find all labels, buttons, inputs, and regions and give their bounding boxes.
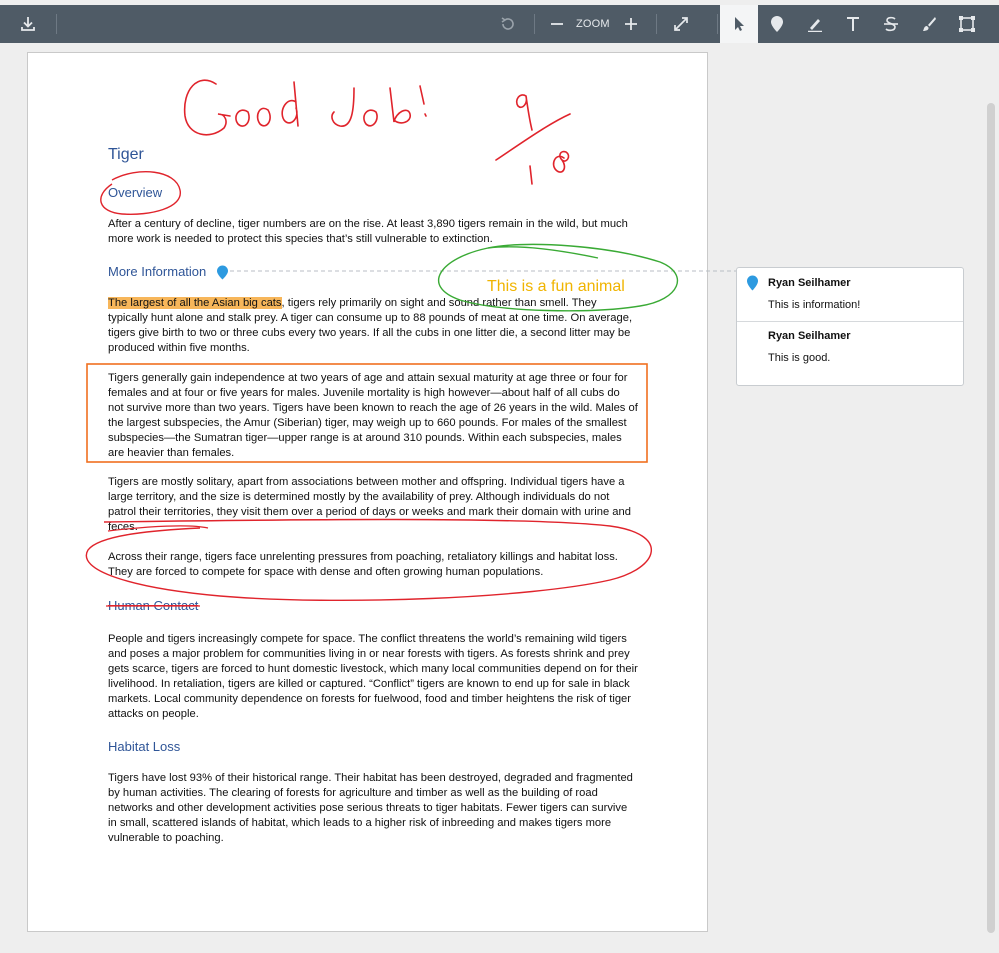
paragraph-solitary: Tigers are mostly solitary, apart from a… (108, 476, 631, 533)
pin-marker-icon[interactable] (216, 265, 229, 280)
pin-comment-icon (771, 16, 783, 32)
heading-habitat-loss: Habitat Loss (108, 739, 181, 754)
shape-rectangle-icon (959, 16, 975, 32)
comment-text[interactable]: This is information! (768, 299, 860, 311)
heading-more-information: More Information (108, 264, 207, 279)
strikethrough-button[interactable] (872, 5, 910, 43)
brush-icon (923, 17, 936, 31)
rotate-button[interactable] (489, 5, 527, 43)
paragraph-human-contact: People and tigers increasingly compete f… (108, 633, 638, 720)
comment-divider (737, 321, 963, 322)
comment-text[interactable]: This is good. (768, 352, 830, 364)
paragraph-pressures: Across their range, tigers face unrelent… (108, 551, 618, 578)
vertical-scrollbar[interactable] (987, 103, 995, 933)
zoom-in-icon (625, 18, 637, 30)
highlighted-text[interactable]: The largest of all the Asian big cats (108, 297, 282, 309)
zoom-in-button[interactable] (612, 5, 650, 43)
shape-tool-button[interactable] (948, 5, 986, 43)
rotate-icon (501, 17, 514, 30)
toolbar-divider (656, 14, 657, 34)
paragraph-independence: Tigers generally gain independence at tw… (108, 372, 638, 459)
download-icon (21, 17, 35, 31)
fullscreen-icon (674, 17, 688, 31)
toolbar-divider (56, 14, 57, 34)
select-pointer-icon (735, 17, 744, 31)
paragraph-more-information: The largest of all the Asian big cats, t… (108, 296, 638, 356)
download-button[interactable] (9, 5, 47, 43)
annotation-toolbar: ZOOM (0, 5, 999, 43)
comment-author: Ryan Seilhamer (768, 330, 851, 342)
paragraph-overview: After a century of decline, tiger number… (108, 218, 628, 245)
text-tool-button[interactable] (834, 5, 872, 43)
heading-overview: Overview (108, 185, 163, 200)
comment-author: Ryan Seilhamer (768, 277, 851, 289)
doc-title: Tiger (108, 146, 144, 163)
zoom-out-button[interactable] (538, 5, 576, 43)
pin-comment-button[interactable] (758, 5, 796, 43)
text-tool-icon (847, 17, 859, 31)
zoom-label: ZOOM (576, 18, 610, 30)
heading-human-contact: Human Contact (108, 598, 199, 613)
strikethrough-icon (884, 16, 898, 32)
brush-button[interactable] (910, 5, 948, 43)
paragraph-habitat-loss: Tigers have lost 93% of their historical… (108, 772, 633, 844)
highlighter-icon (808, 19, 822, 32)
highlighter-button[interactable] (796, 5, 834, 43)
comments-panel: Ryan Seilhamer This is information! Ryan… (736, 267, 964, 386)
select-tool-button[interactable] (720, 5, 758, 43)
pin-comment-icon (747, 275, 758, 291)
toolbar-divider (717, 14, 718, 34)
zoom-out-icon (551, 23, 563, 25)
fullscreen-button[interactable] (662, 5, 700, 43)
toolbar-divider (534, 14, 535, 34)
